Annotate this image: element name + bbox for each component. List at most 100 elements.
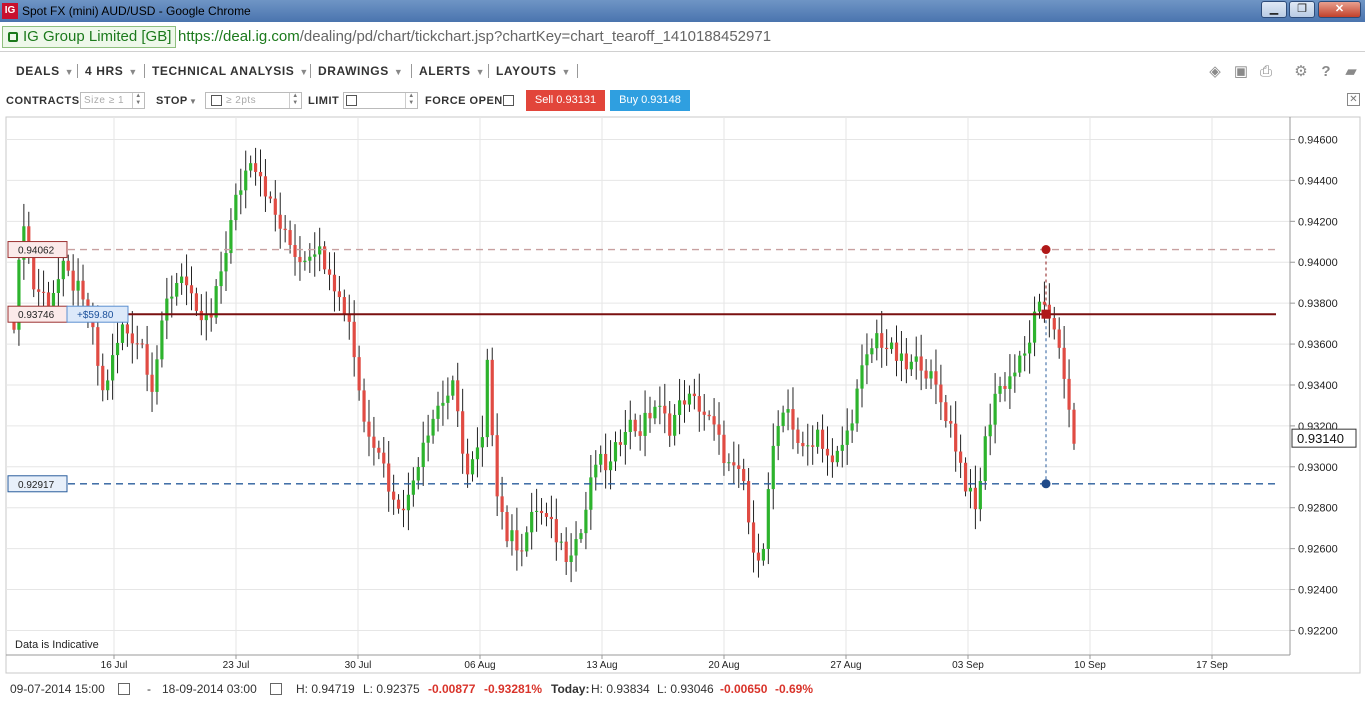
candle-up — [214, 286, 218, 318]
chevron-down-icon: ▼ — [64, 67, 75, 77]
menu-interval[interactable]: 4 HRS ▼ — [85, 64, 138, 78]
candle-up — [303, 260, 307, 263]
chevron-down-icon[interactable]: ▼ — [189, 97, 197, 106]
lock-icon — [8, 32, 18, 42]
contracts-input[interactable]: Size ≥ 1 ▲ ▼ — [80, 92, 145, 109]
candle-down — [618, 442, 623, 445]
y-tick-label: 0.92800 — [1298, 503, 1338, 515]
address-bar[interactable]: IG Group Limited [GB] https://deal.ig.co… — [0, 22, 1365, 52]
gear-icon[interactable]: ⚙ — [1293, 64, 1309, 80]
candle-up — [806, 445, 810, 447]
candle-down — [362, 390, 366, 422]
site-identity-label: IG Group Limited [GB] — [23, 28, 172, 45]
close-button[interactable]: ✕ — [1318, 1, 1361, 18]
chevron-down-icon: ▼ — [393, 67, 404, 77]
candle-up — [530, 511, 534, 533]
candle-down — [1062, 347, 1066, 379]
candle-down — [747, 481, 751, 523]
period-low: L: 0.92375 — [363, 682, 420, 696]
candle-up — [677, 400, 682, 415]
sell-button[interactable]: Sell 0.93131 — [526, 90, 605, 111]
price-chart[interactable]: 0.94062 0.93746 +$59.80 0.92917 0.92200 0.92… — [0, 114, 1365, 676]
candle-up — [643, 412, 647, 436]
level-label: 0.94062 — [18, 246, 55, 257]
candle-up — [589, 477, 593, 510]
candle-up — [421, 442, 425, 468]
candle-down — [150, 374, 154, 392]
candle-down — [283, 228, 287, 231]
candle-up — [180, 276, 184, 284]
candle-up — [411, 480, 415, 495]
candle-down — [751, 522, 756, 553]
candle-up — [687, 393, 692, 405]
help-icon[interactable]: ? — [1318, 64, 1334, 80]
candle-up — [761, 549, 765, 561]
candle-down — [820, 429, 825, 449]
menu-deals[interactable]: DEALS ▼ — [16, 64, 74, 78]
limit-stepper[interactable]: ▲ ▼ — [405, 93, 417, 108]
menu-layouts[interactable]: LAYOUTS ▼ — [496, 64, 571, 78]
menu-drawings[interactable]: DRAWINGS ▼ — [318, 64, 403, 78]
layers-icon[interactable]: ◈ — [1207, 64, 1223, 80]
stop-stepper[interactable]: ▲ ▼ — [289, 93, 301, 108]
buy-button[interactable]: Buy 0.93148 — [610, 90, 690, 111]
x-tick-label: 06 Aug — [464, 660, 495, 671]
menu-alerts[interactable]: ALERTS ▼ — [419, 64, 485, 78]
level-label: 0.93746 — [18, 310, 55, 321]
y-tick-label: 0.92600 — [1298, 544, 1338, 556]
url-text[interactable]: https://deal.ig.com/dealing/pd/chart/tic… — [178, 28, 771, 45]
candle-down — [387, 463, 391, 492]
candle-down — [71, 270, 75, 291]
menu-interval-label: 4 HRS — [85, 64, 124, 78]
force-open-checkbox[interactable] — [503, 95, 514, 106]
candle-down — [46, 292, 51, 306]
candle-down — [963, 462, 968, 492]
minimize-button[interactable]: ▁ — [1261, 1, 1287, 18]
candle-down — [500, 496, 504, 513]
close-ticket-icon[interactable]: ✕ — [1347, 93, 1360, 106]
candle-up — [318, 246, 322, 255]
candle-down — [732, 462, 736, 466]
candle-up — [569, 555, 573, 562]
stop-checkbox-box[interactable] — [211, 95, 222, 106]
force-open-label: FORCE OPEN — [425, 95, 503, 107]
candle-down — [663, 405, 667, 414]
candle-up — [451, 380, 455, 396]
candle-up — [155, 359, 159, 392]
candle-down — [392, 491, 396, 500]
candle-up — [61, 260, 65, 280]
calendar-icon[interactable] — [118, 683, 130, 695]
comment-icon[interactable]: ▰ — [1343, 64, 1359, 80]
chart-menubar: DEALS ▼ 4 HRS ▼ TECHNICAL ANALYSIS ▼ DRAWIN… — [0, 56, 1365, 86]
candle-down — [539, 510, 544, 514]
candle-down — [145, 344, 149, 375]
candle-up — [426, 435, 430, 443]
url-path: /dealing/pd/chart/tickchart.jsp?chartKey… — [299, 28, 772, 45]
image-icon[interactable]: ▣ — [1233, 64, 1249, 80]
candle-down — [495, 435, 499, 497]
candle-down — [712, 416, 716, 425]
candle-up — [1008, 376, 1012, 389]
candle-down — [401, 508, 406, 511]
candle-up — [673, 414, 677, 436]
y-tick-label: 0.92200 — [1298, 625, 1338, 637]
candle-up — [855, 388, 859, 424]
candle-down — [544, 513, 549, 517]
maximize-button[interactable]: ❐ — [1289, 1, 1315, 18]
calendar-icon[interactable] — [270, 683, 282, 695]
candle-down — [885, 347, 889, 350]
menu-technical-analysis[interactable]: TECHNICAL ANALYSIS ▼ — [152, 64, 309, 78]
candle-down — [949, 421, 953, 424]
candle-down — [702, 411, 706, 415]
candle-up — [1028, 342, 1032, 354]
site-identity-badge[interactable]: IG Group Limited [GB] — [2, 26, 177, 48]
print-icon[interactable]: ⎙ — [1258, 64, 1274, 80]
contracts-stepper[interactable]: ▲ ▼ — [132, 93, 144, 108]
candle-down — [490, 359, 494, 436]
candle-down — [273, 198, 277, 215]
y-tick-label: 0.93400 — [1298, 380, 1338, 392]
limit-label: LIMIT — [308, 95, 340, 107]
limit-checkbox[interactable] — [346, 95, 357, 106]
candle-up — [559, 541, 563, 543]
candle-up — [470, 459, 475, 475]
